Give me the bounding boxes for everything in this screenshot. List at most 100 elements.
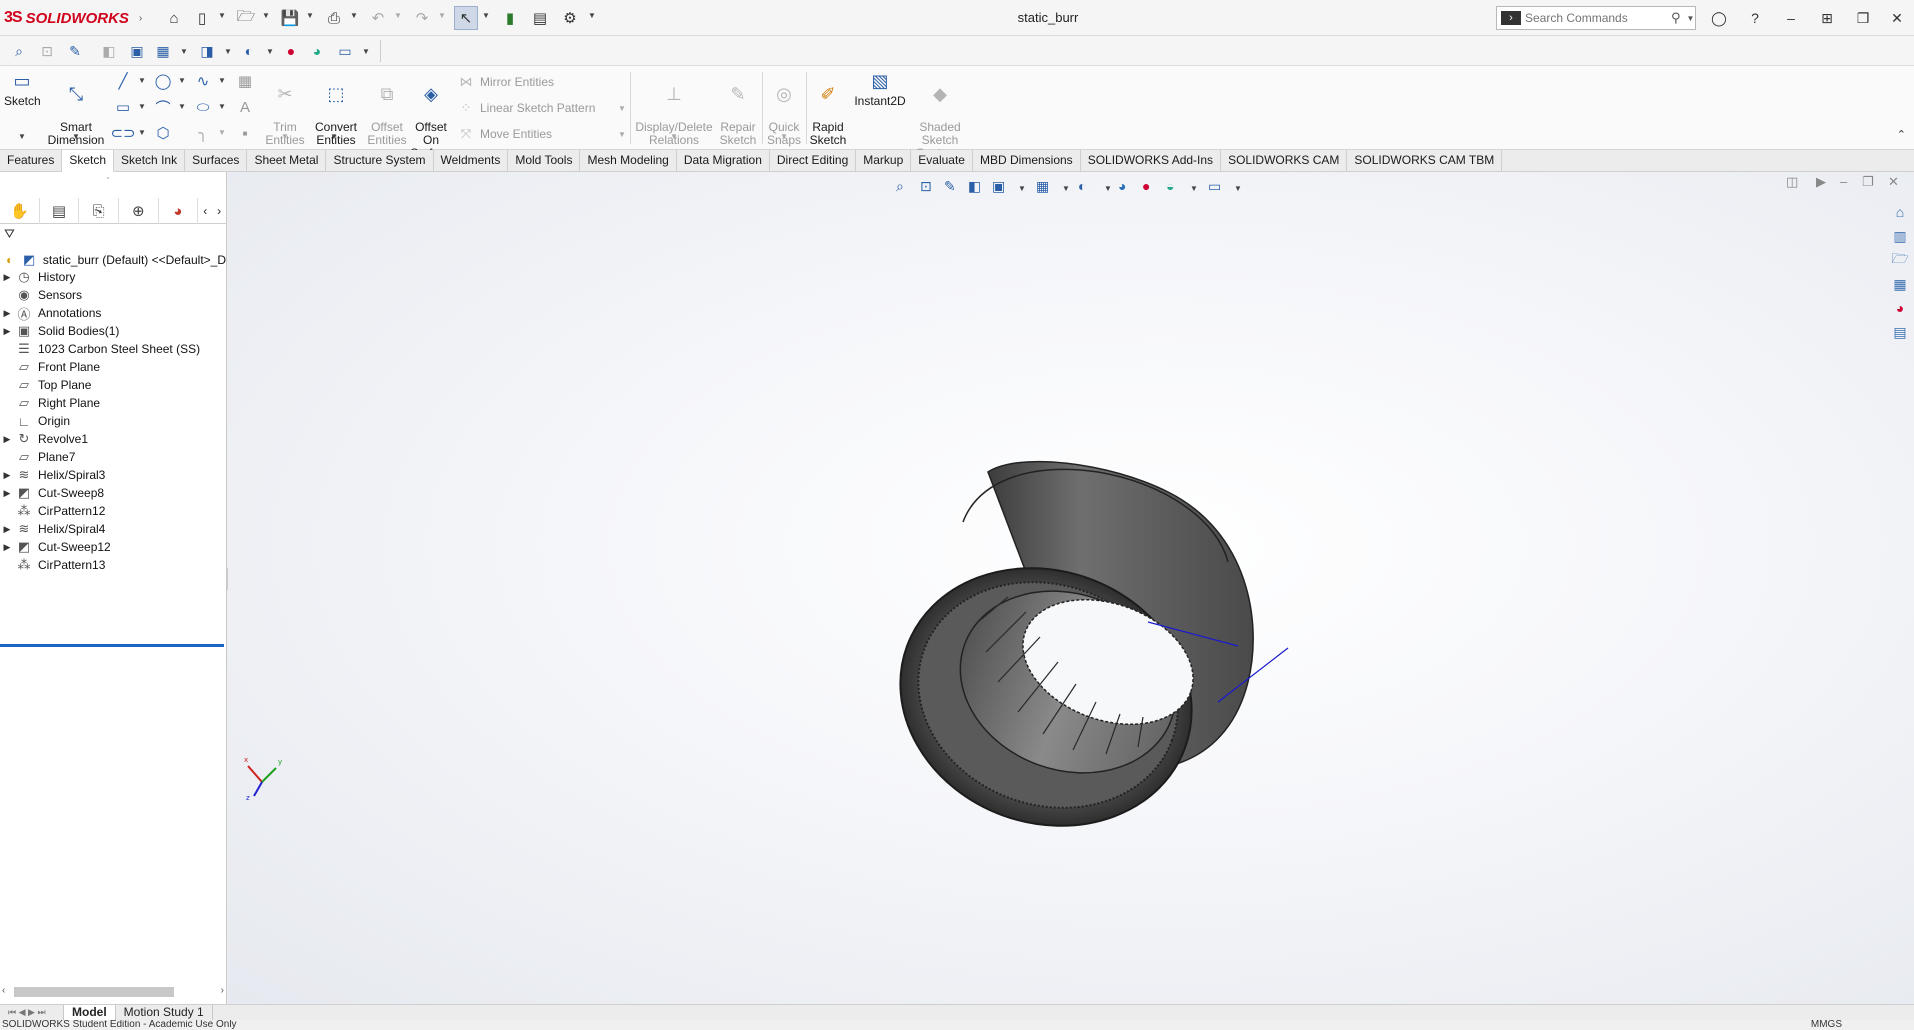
zoom-to-fit-icon[interactable]: ⌕ xyxy=(896,178,904,195)
tab-sheet-metal[interactable]: Sheet Metal xyxy=(247,150,327,172)
tab-structure-system[interactable]: Structure System xyxy=(326,150,434,172)
chevron-down-icon[interactable]: ▼ xyxy=(618,130,626,139)
tab-weldments[interactable]: Weldments xyxy=(434,150,509,172)
scroll-thumb[interactable] xyxy=(14,987,174,997)
chevron-down-icon[interactable]: ▼ xyxy=(780,132,788,141)
tab-solidworks-cam[interactable]: SOLIDWORKS CAM xyxy=(1221,150,1348,172)
line-icon[interactable]: ╱ xyxy=(112,70,134,92)
shaded-sketch-contours-button[interactable]: ◆ Shaded Sketch Contours xyxy=(912,70,968,160)
tabs-scroll-right-icon[interactable]: › xyxy=(212,198,226,223)
restore-icon[interactable]: ❐ xyxy=(1848,6,1878,30)
expand-arrow-icon[interactable]: ▶ xyxy=(0,488,14,499)
tab-evaluate[interactable]: Evaluate xyxy=(911,150,973,172)
zoom-to-area-icon[interactable]: ⊡ xyxy=(920,178,932,195)
display-manager-tab-icon[interactable]: ◕ xyxy=(159,198,199,224)
offset-entities-button[interactable]: ⧉ Offset Entities xyxy=(364,70,410,147)
appearances-icon[interactable]: ◕ xyxy=(1886,296,1914,320)
expand-arrow-icon[interactable]: ▶ xyxy=(0,308,14,319)
chevron-down-icon[interactable]: ▼ xyxy=(266,47,274,56)
section-view-icon[interactable]: ◧ xyxy=(98,41,120,61)
search-commands-box[interactable]: › ⚲ ▼ xyxy=(1496,6,1696,30)
tree-item[interactable]: ▱ Front Plane xyxy=(0,358,226,376)
viewport-minimize-icon[interactable]: – xyxy=(1840,174,1847,189)
tree-item[interactable]: ⁂ CirPattern13 xyxy=(0,556,226,574)
expand-arrow-icon[interactable]: ▶ xyxy=(0,272,14,283)
panel-grip-icon[interactable]: ⁃ xyxy=(106,174,110,183)
chevron-down-icon[interactable]: ▼ xyxy=(618,104,626,113)
offset-on-surface-button[interactable]: ◈ Offset On Surface xyxy=(410,70,452,160)
chevron-down-icon[interactable]: ▼ xyxy=(138,128,146,137)
tab-solidworks-cam-tbm[interactable]: SOLIDWORKS CAM TBM xyxy=(1347,150,1503,172)
sketch-button[interactable]: ▭ Sketch xyxy=(4,70,41,108)
edit-appearance-icon[interactable]: ● xyxy=(280,41,302,61)
view-orientation-icon[interactable]: ▦ xyxy=(152,41,174,61)
tab-surfaces[interactable]: Surfaces xyxy=(185,150,248,172)
chevron-down-icon[interactable]: ▼ xyxy=(178,102,186,111)
display-pane-toggle-icon[interactable]: ◐ xyxy=(0,253,19,267)
viewport-split-icon[interactable]: ◫ xyxy=(1786,174,1798,190)
expand-arrow-icon[interactable]: ▶ xyxy=(0,470,14,481)
view-settings-icon[interactable]: ▭ xyxy=(334,41,356,61)
view-palette-icon[interactable]: ▦ xyxy=(1886,272,1914,296)
instant2d-button[interactable]: ▧ Instant2D xyxy=(852,70,908,108)
chevron-down-icon[interactable]: ▼ xyxy=(1018,184,1026,193)
apply-scene-icon[interactable]: ◕ xyxy=(306,41,328,61)
tab-mbd-dimensions[interactable]: MBD Dimensions xyxy=(973,150,1081,172)
dynamic-annotation-icon[interactable]: ▣ xyxy=(126,41,148,61)
chevron-down-icon[interactable]: ▼ xyxy=(330,132,338,141)
tree-item[interactable]: ◉ Sensors xyxy=(0,286,226,304)
chevron-down-icon[interactable]: ▼ xyxy=(218,102,226,111)
help-icon[interactable]: ? xyxy=(1740,6,1770,30)
tab-nav-arrows-icon[interactable]: ⏮ ◀ ▶ ⏭ xyxy=(0,1004,64,1021)
chevron-down-icon[interactable]: ▼ xyxy=(670,132,678,141)
chevron-down-icon[interactable]: ▼ xyxy=(218,76,226,85)
chevron-down-icon[interactable]: ▼ xyxy=(1062,184,1070,193)
tab-model[interactable]: Model xyxy=(64,1004,116,1021)
tree-item[interactable]: ▶ ◩ Cut-Sweep12 xyxy=(0,538,226,556)
tree-item[interactable]: ⁂ CirPattern12 xyxy=(0,502,226,520)
move-entities-button[interactable]: ⤧ Move Entities xyxy=(458,126,552,142)
scroll-right-icon[interactable]: › xyxy=(221,985,224,996)
fillet-icon[interactable]: ╮ xyxy=(192,122,214,144)
chevron-down-icon[interactable]: ▼ xyxy=(72,132,80,141)
tabs-scroll-left-icon[interactable]: ‹ xyxy=(198,198,212,223)
tab-mesh-modeling[interactable]: Mesh Modeling xyxy=(580,150,677,172)
tab-sketch-ink[interactable]: Sketch Ink xyxy=(114,150,186,172)
tree-item[interactable]: ▶ ▣ Solid Bodies(1) xyxy=(0,322,226,340)
dimxpert-manager-tab-icon[interactable]: ⊕ xyxy=(119,198,159,224)
display-style-icon[interactable]: ◐ xyxy=(1078,178,1086,194)
chevron-down-icon[interactable]: ▼ xyxy=(1190,184,1198,193)
viewport-split-right-icon[interactable]: ▶ xyxy=(1816,174,1826,190)
hide-show-items-icon[interactable]: ◐ xyxy=(238,41,260,61)
search-icon[interactable]: ⚲ xyxy=(1671,10,1681,26)
feature-manager-tab-icon[interactable]: ✋ xyxy=(0,198,40,224)
graphics-area[interactable]: ⌕ ⊡ ✎ ◧ ▣ ▼ ▦ ▼ ◐ ▼ ◕ ● ◒ ▼ ▭ ▼ ◫ ▶ – ❐ … xyxy=(228,172,1914,1004)
tree-item[interactable]: ▶ ≋ Helix/Spiral3 xyxy=(0,466,226,484)
polygon-icon[interactable]: ⬡ xyxy=(152,122,174,144)
viewport-close-icon[interactable]: ✕ xyxy=(1888,174,1899,190)
chevron-down-icon[interactable]: ▼ xyxy=(1104,184,1112,193)
tab-markup[interactable]: Markup xyxy=(856,150,912,172)
spline-icon[interactable]: ∿ xyxy=(192,70,214,92)
tree-item[interactable]: ▶ ◩ Cut-Sweep8 xyxy=(0,484,226,502)
tree-item[interactable]: ∟ Origin xyxy=(0,412,226,430)
tab-motion-study-1[interactable]: Motion Study 1 xyxy=(116,1004,213,1021)
burr-3d-model[interactable] xyxy=(868,362,1328,832)
tab-solidworks-add-ins[interactable]: SOLIDWORKS Add-Ins xyxy=(1081,150,1222,172)
property-manager-tab-icon[interactable]: ▤ xyxy=(40,198,80,224)
chevron-down-icon[interactable]: ▼ xyxy=(224,47,232,56)
tree-item[interactable]: ▱ Right Plane xyxy=(0,394,226,412)
rapid-sketch-button[interactable]: ✐ Rapid Sketch xyxy=(808,70,848,147)
chevron-down-icon[interactable]: ▼ xyxy=(178,76,186,85)
tree-item[interactable]: ☰ 1023 Carbon Steel Sheet (SS) xyxy=(0,340,226,358)
tab-data-migration[interactable]: Data Migration xyxy=(677,150,770,172)
tree-item[interactable]: ▶ ↻ Revolve1 xyxy=(0,430,226,448)
tab-mold-tools[interactable]: Mold Tools xyxy=(508,150,581,172)
point-icon[interactable]: ■ xyxy=(234,122,256,144)
chevron-down-icon[interactable]: ▼ xyxy=(18,132,26,141)
section-view-icon[interactable]: ◧ xyxy=(968,178,981,195)
zoom-to-area-icon[interactable]: ⊡ xyxy=(36,41,58,61)
tree-item[interactable]: ▱ Top Plane xyxy=(0,376,226,394)
tree-item[interactable]: ▶ ◷ History xyxy=(0,268,226,286)
expand-arrow-icon[interactable]: ▶ xyxy=(0,542,14,553)
